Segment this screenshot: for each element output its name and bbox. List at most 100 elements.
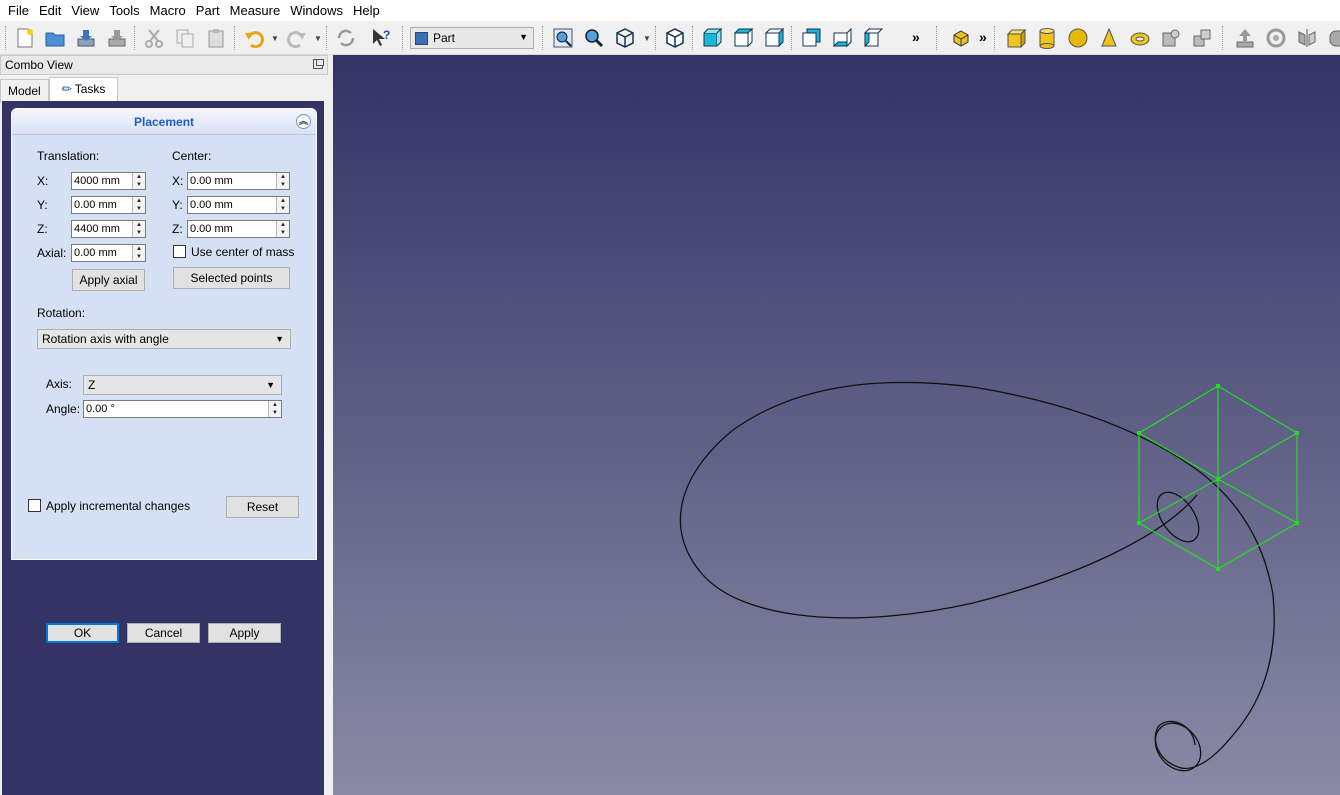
workbench-name: Part bbox=[433, 31, 456, 45]
toolbar-overflow-icon[interactable]: » bbox=[912, 29, 920, 45]
axial-field[interactable]: 0.00 mm ▲ ▼ bbox=[71, 244, 146, 262]
cut-icon[interactable] bbox=[141, 25, 167, 51]
part-box-icon[interactable] bbox=[1003, 25, 1029, 51]
placement-panel-header[interactable]: Placement ︽ bbox=[12, 109, 316, 135]
draw-style-icon[interactable] bbox=[612, 25, 638, 51]
translation-z-label: Z: bbox=[37, 222, 48, 236]
menu-file[interactable]: File bbox=[3, 0, 34, 21]
collapse-icon[interactable]: ︽ bbox=[296, 114, 311, 129]
3d-viewport[interactable] bbox=[333, 55, 1340, 795]
menu-macro[interactable]: Macro bbox=[145, 0, 191, 21]
spiral-path[interactable] bbox=[679, 381, 1275, 769]
view-bottom-icon[interactable] bbox=[829, 25, 855, 51]
toolbar-separator bbox=[791, 26, 792, 50]
part-cone-icon[interactable] bbox=[1096, 25, 1122, 51]
rotation-mode-select[interactable]: Rotation axis with angle ▼ bbox=[37, 329, 291, 349]
spin-arrows-icon[interactable]: ▲ ▼ bbox=[132, 173, 145, 189]
workbench-selector[interactable]: Part ▼ bbox=[410, 27, 534, 49]
redo-icon[interactable] bbox=[284, 25, 310, 51]
part-fillet-icon[interactable] bbox=[1325, 25, 1340, 51]
part-primitives-icon[interactable] bbox=[1189, 25, 1215, 51]
spin-arrows-icon[interactable]: ▲ ▼ bbox=[276, 173, 289, 189]
view-rear-icon[interactable] bbox=[798, 25, 824, 51]
tab-model[interactable]: Model bbox=[0, 79, 49, 103]
cancel-button[interactable]: Cancel bbox=[127, 623, 200, 643]
draw-style-dropdown-icon[interactable]: ▼ bbox=[643, 34, 651, 43]
view-front-icon[interactable] bbox=[699, 25, 725, 51]
part-extrude-icon[interactable] bbox=[1232, 25, 1258, 51]
part-design-icon[interactable] bbox=[948, 25, 974, 51]
new-document-icon[interactable] bbox=[12, 25, 38, 51]
paste-icon[interactable] bbox=[203, 25, 229, 51]
menu-windows[interactable]: Windows bbox=[285, 0, 348, 21]
redo-dropdown-icon[interactable]: ▼ bbox=[314, 34, 322, 43]
reset-button[interactable]: Reset bbox=[226, 496, 299, 518]
menu-view[interactable]: View bbox=[66, 0, 104, 21]
spin-arrows-icon[interactable]: ▲ ▼ bbox=[132, 197, 145, 213]
spin-arrows-icon[interactable]: ▲ ▼ bbox=[276, 197, 289, 213]
copy-icon[interactable] bbox=[172, 25, 198, 51]
angle-label: Angle: bbox=[46, 402, 81, 416]
open-folder-icon[interactable] bbox=[42, 25, 68, 51]
part-torus-icon[interactable] bbox=[1127, 25, 1153, 51]
spin-arrows-icon[interactable]: ▲ ▼ bbox=[132, 245, 145, 261]
save-icon[interactable] bbox=[73, 25, 99, 51]
translation-label: Translation: bbox=[37, 149, 100, 163]
spin-arrows-icon[interactable]: ▲ ▼ bbox=[268, 401, 281, 417]
apply-axial-button[interactable]: Apply axial bbox=[72, 269, 145, 291]
fit-all-icon[interactable] bbox=[550, 25, 576, 51]
toolbar-separator bbox=[936, 26, 937, 50]
translation-x-field[interactable]: 4000 mm ▲ ▼ bbox=[71, 172, 146, 190]
part-mirror-icon[interactable] bbox=[1294, 25, 1320, 51]
undock-icon[interactable] bbox=[313, 59, 324, 69]
undo-icon[interactable] bbox=[241, 25, 267, 51]
center-y-field[interactable]: 0.00 mm ▲ ▼ bbox=[187, 196, 290, 214]
freecad-window: File Edit View Tools Macro Part Measure … bbox=[0, 0, 1340, 795]
menu-edit[interactable]: Edit bbox=[34, 0, 66, 21]
view-top-icon[interactable] bbox=[730, 25, 756, 51]
center-x-label: X: bbox=[172, 174, 184, 188]
selected-points-button[interactable]: Selected points bbox=[173, 267, 290, 289]
part-sphere-icon[interactable] bbox=[1065, 25, 1091, 51]
view-right-icon[interactable] bbox=[761, 25, 787, 51]
angle-field[interactable]: 0.00 ° ▲ ▼ bbox=[83, 400, 282, 418]
whats-this-icon[interactable]: ? bbox=[368, 25, 394, 51]
use-center-of-mass-label: Use center of mass bbox=[191, 245, 295, 259]
refresh-icon[interactable] bbox=[333, 25, 359, 51]
menu-tools[interactable]: Tools bbox=[104, 0, 144, 21]
task-panel-area: Placement ︽ Translation: X: 4000 mm ▲ ▼ Y… bbox=[2, 101, 324, 795]
axis-value: Z bbox=[88, 378, 96, 392]
undo-dropdown-icon[interactable]: ▼ bbox=[271, 34, 279, 43]
part-revolve-icon[interactable] bbox=[1263, 25, 1289, 51]
chevron-down-icon: ▼ bbox=[275, 334, 284, 344]
translation-x-value: 4000 mm bbox=[74, 175, 120, 187]
axis-select[interactable]: Z ▼ bbox=[83, 375, 282, 395]
spiral-start-loop[interactable] bbox=[1149, 485, 1207, 549]
use-center-of-mass-checkbox[interactable] bbox=[173, 245, 186, 258]
spin-arrows-icon[interactable]: ▲ ▼ bbox=[132, 221, 145, 237]
toolbar-overflow-icon[interactable]: » bbox=[979, 29, 987, 45]
spin-arrows-icon[interactable]: ▲ ▼ bbox=[276, 221, 289, 237]
ok-button[interactable]: OK bbox=[46, 623, 119, 643]
axis-label: Axis: bbox=[46, 377, 73, 391]
part-cylinder-icon[interactable] bbox=[1034, 25, 1060, 51]
center-x-field[interactable]: 0.00 mm ▲ ▼ bbox=[187, 172, 290, 190]
tab-tasks[interactable]: ✎Tasks bbox=[48, 77, 119, 103]
part-tube-icon[interactable] bbox=[1158, 25, 1184, 51]
save-as-icon[interactable] bbox=[104, 25, 130, 51]
menu-part[interactable]: Part bbox=[191, 0, 225, 21]
translation-z-field[interactable]: 4400 mm ▲ ▼ bbox=[71, 220, 146, 238]
center-z-field[interactable]: 0.00 mm ▲ ▼ bbox=[187, 220, 290, 238]
toolbar-separator bbox=[542, 26, 543, 50]
view-isometric-icon[interactable] bbox=[662, 25, 688, 51]
apply-button[interactable]: Apply bbox=[208, 623, 281, 643]
translation-y-field[interactable]: 0.00 mm ▲ ▼ bbox=[71, 196, 146, 214]
spiral-end-loop[interactable] bbox=[1146, 714, 1210, 780]
menu-help[interactable]: Help bbox=[348, 0, 385, 21]
apply-incremental-checkbox[interactable] bbox=[28, 499, 41, 512]
fit-selection-icon[interactable] bbox=[581, 25, 607, 51]
menu-measure[interactable]: Measure bbox=[225, 0, 286, 21]
chevron-down-icon: ▼ bbox=[266, 380, 275, 390]
view-left-icon[interactable] bbox=[860, 25, 886, 51]
placement-panel: Placement ︽ Translation: X: 4000 mm ▲ ▼ Y… bbox=[11, 108, 317, 560]
